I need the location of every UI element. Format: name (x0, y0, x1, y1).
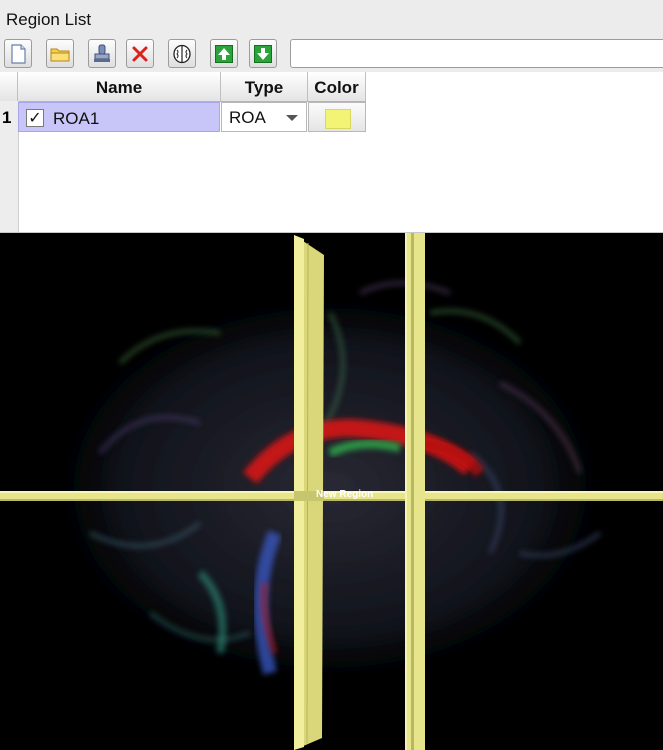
header-type[interactable]: Type (221, 72, 308, 101)
brain-tractography (30, 278, 630, 698)
new-document-icon (11, 43, 26, 64)
region-type-value: ROA (229, 108, 266, 127)
move-down-button[interactable] (249, 39, 277, 68)
region-name[interactable]: ROA1 (53, 103, 99, 134)
region-label: New Region (316, 489, 374, 500)
3d-viewport[interactable]: New Region (0, 233, 663, 750)
toolbar (0, 36, 663, 72)
open-folder-icon (50, 48, 70, 61)
brain-icon (173, 44, 191, 63)
move-up-button[interactable] (210, 39, 238, 68)
delete-region-button[interactable] (126, 39, 154, 68)
region-table: Name Type Color 1 ✓ ROA1 ROA (0, 72, 663, 232)
open-region-button[interactable] (46, 39, 74, 68)
new-region-button[interactable] (4, 39, 32, 68)
region-list-panel: Region List Name Type Color 1 ✓ ROA1 ROA (0, 0, 663, 233)
delete-x-icon (132, 46, 148, 61)
region-filter-input[interactable] (290, 39, 663, 68)
chevron-down-icon (286, 115, 298, 121)
table-row-name-cell[interactable]: ✓ ROA1 (18, 102, 220, 132)
save-region-button[interactable] (88, 39, 116, 68)
header-index (0, 72, 18, 101)
region-type-select[interactable]: ROA (221, 102, 307, 132)
coronal-plane (405, 233, 425, 750)
panel-title: Region List (0, 0, 663, 36)
visibility-checkbox[interactable]: ✓ (26, 109, 44, 127)
save-stamp-icon (94, 44, 110, 62)
move-down-icon (254, 44, 272, 63)
row-index[interactable]: 1 (2, 103, 11, 133)
header-name[interactable]: Name (18, 72, 221, 101)
brain-view-button[interactable] (168, 39, 196, 68)
region-color-button[interactable] (308, 102, 366, 132)
table-header: Name Type Color (0, 72, 366, 102)
header-color[interactable]: Color (308, 72, 366, 101)
move-up-icon (215, 44, 233, 63)
color-swatch (325, 109, 351, 129)
